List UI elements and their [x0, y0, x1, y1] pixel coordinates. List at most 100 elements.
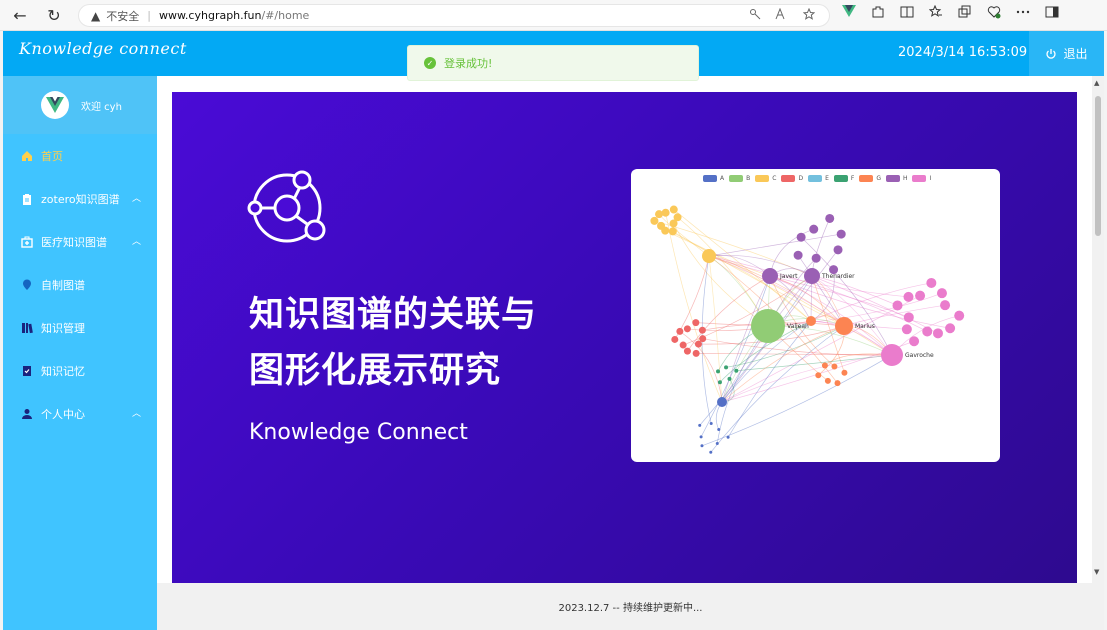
sidebar-item-custom-graph[interactable]: 自制图谱	[3, 263, 157, 306]
graph-node[interactable]	[709, 450, 713, 454]
graph-node[interactable]	[727, 376, 732, 381]
sidebar-item-knowledge-management[interactable]: 知识管理	[3, 306, 157, 349]
favorites-icon[interactable]	[929, 5, 943, 19]
extensions-icon[interactable]	[871, 5, 885, 19]
key-icon[interactable]	[749, 8, 761, 20]
graph-node[interactable]	[824, 377, 831, 384]
graph-node[interactable]	[903, 312, 914, 323]
address-bar[interactable]: ▲ 不安全 | www.cyhgraph.fun/#/home	[78, 4, 830, 27]
legend-item[interactable]: C	[755, 175, 776, 182]
more-icon[interactable]	[1016, 5, 1030, 19]
graph-node[interactable]	[796, 232, 806, 242]
graph-node[interactable]	[692, 349, 700, 357]
legend-item[interactable]: B	[729, 175, 750, 182]
graph-node[interactable]	[673, 213, 682, 222]
graph-node[interactable]	[699, 435, 703, 439]
graph-node[interactable]	[903, 291, 914, 302]
graph-node[interactable]	[881, 344, 903, 366]
graph-node[interactable]	[936, 288, 947, 299]
graph-node[interactable]	[821, 362, 828, 369]
graph-node[interactable]	[671, 335, 679, 343]
sidebar-item-knowledge-memory[interactable]: 知识记忆	[3, 349, 157, 392]
graph-node[interactable]	[655, 210, 664, 219]
graph-node[interactable]	[669, 205, 678, 214]
legend-item[interactable]: A	[703, 175, 724, 182]
scrollbar[interactable]: ▲ ▼	[1092, 76, 1104, 583]
graph-node[interactable]	[811, 253, 821, 263]
graph-node[interactable]	[835, 317, 853, 335]
graph-node[interactable]	[793, 250, 803, 260]
graph-node[interactable]	[751, 309, 785, 343]
graph-node[interactable]	[841, 369, 848, 376]
scroll-up-icon[interactable]: ▲	[1094, 79, 1099, 87]
graph-node[interactable]	[683, 347, 691, 355]
legend-item[interactable]: F	[833, 175, 854, 182]
legend-label: B	[746, 175, 751, 182]
graph-node[interactable]	[901, 324, 912, 335]
graph-node[interactable]	[700, 444, 704, 448]
graph-node[interactable]	[716, 369, 721, 374]
graph-node[interactable]	[717, 427, 721, 431]
browser-essentials-icon[interactable]	[987, 5, 1001, 19]
read-aloud-icon[interactable]	[775, 8, 789, 20]
graph-node[interactable]	[698, 326, 706, 334]
graph-node[interactable]	[954, 310, 965, 321]
scroll-thumb[interactable]	[1095, 96, 1101, 236]
avatar[interactable]	[41, 91, 69, 119]
legend-item[interactable]: H	[885, 175, 907, 182]
graph-node[interactable]	[809, 224, 819, 234]
graph-node[interactable]	[676, 327, 684, 335]
graph-node[interactable]	[683, 325, 691, 333]
graph-node[interactable]	[668, 227, 677, 236]
graph-node[interactable]	[709, 422, 713, 426]
sidebar-item-medical-graph[interactable]: 医疗知识图谱 ︿	[3, 220, 157, 263]
graph-node[interactable]	[922, 326, 933, 337]
graph-node[interactable]	[679, 341, 687, 349]
legend-item[interactable]: G	[859, 175, 881, 182]
back-icon[interactable]: ←	[6, 1, 34, 29]
graph-node[interactable]	[806, 316, 816, 326]
vue-devtools-icon[interactable]	[842, 5, 856, 18]
graph-node[interactable]	[726, 435, 730, 439]
split-screen-icon[interactable]	[900, 5, 914, 19]
graph-node[interactable]	[926, 277, 937, 288]
graph-node[interactable]	[836, 229, 846, 239]
favorite-star-icon[interactable]	[803, 8, 815, 20]
sidebar-toggle-icon[interactable]	[1045, 5, 1059, 19]
legend-item[interactable]: I	[912, 175, 931, 182]
graph-node[interactable]	[657, 221, 666, 230]
graph-node[interactable]	[909, 336, 920, 347]
sidebar-item-home[interactable]: 首页	[3, 134, 157, 177]
graph-node[interactable]	[661, 208, 670, 217]
graph-node[interactable]	[825, 213, 835, 223]
graph-node[interactable]	[815, 372, 822, 379]
graph-node[interactable]	[692, 319, 700, 327]
graph-node[interactable]	[698, 423, 702, 427]
sidebar-item-zotero-graph[interactable]: zotero知识图谱 ︿	[3, 177, 157, 220]
graph-node[interactable]	[724, 365, 729, 370]
scroll-down-icon[interactable]: ▼	[1094, 568, 1099, 576]
graph-node[interactable]	[834, 380, 841, 387]
sidebar-item-personal-center[interactable]: 个人中心 ︿	[3, 392, 157, 435]
graph-node[interactable]	[717, 380, 722, 385]
graph-node[interactable]	[945, 323, 956, 334]
legend-item[interactable]: D	[781, 175, 803, 182]
graph-node[interactable]	[699, 335, 707, 343]
reload-icon[interactable]: ↻	[40, 1, 68, 29]
graph-node[interactable]	[804, 268, 820, 284]
graph-node[interactable]	[717, 397, 727, 407]
graph-node[interactable]	[831, 363, 838, 370]
logout-button[interactable]: 退出	[1029, 31, 1104, 76]
graph-node[interactable]	[892, 300, 903, 311]
legend-item[interactable]: E	[808, 175, 829, 182]
graph-node[interactable]	[702, 249, 716, 263]
graph-node[interactable]	[915, 290, 926, 301]
graph-node[interactable]	[940, 300, 951, 311]
graph-node[interactable]	[833, 245, 843, 255]
graph-node[interactable]	[650, 216, 659, 225]
collections-icon[interactable]	[958, 5, 972, 19]
graph-node[interactable]	[932, 328, 943, 339]
graph-node[interactable]	[715, 441, 719, 445]
graph-node[interactable]	[762, 268, 778, 284]
graph-node[interactable]	[734, 368, 739, 373]
